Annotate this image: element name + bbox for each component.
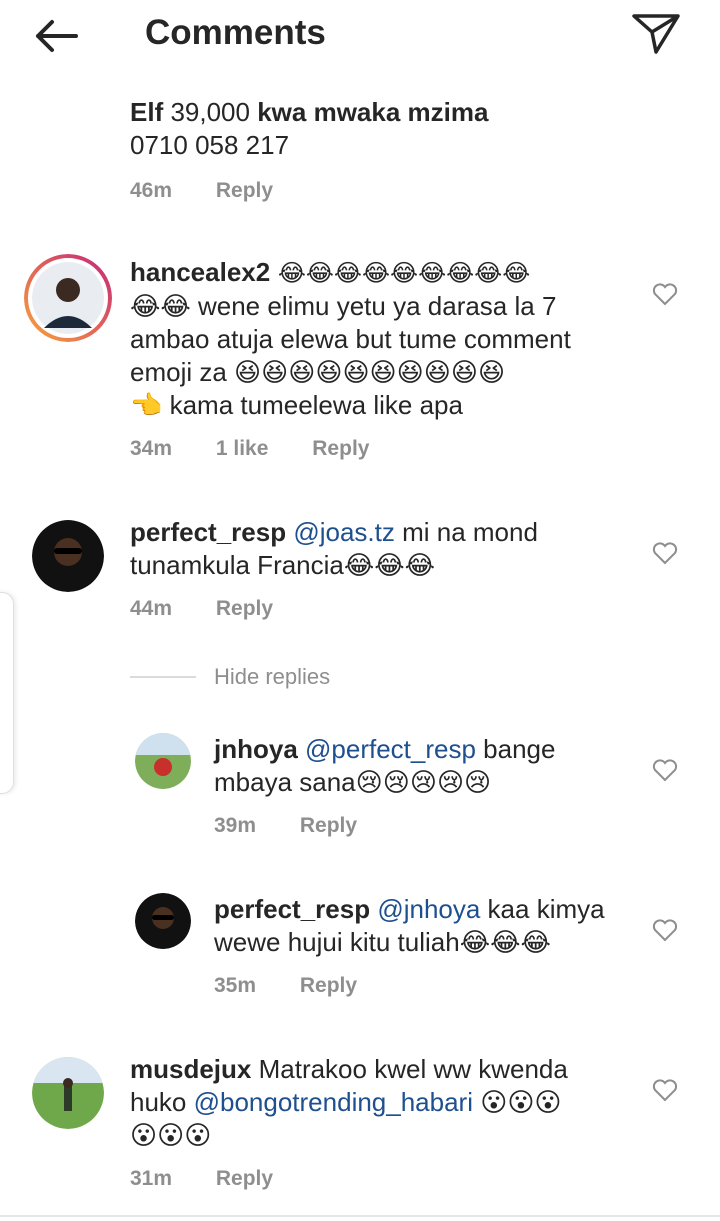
comment-time: 39m: [214, 814, 257, 837]
reply-button[interactable]: Reply: [216, 179, 273, 202]
hide-replies-divider: [130, 676, 196, 678]
comment-time: 44m: [130, 597, 173, 620]
mention-link[interactable]: @jnhoya: [377, 894, 480, 924]
comment-time: 34m: [130, 437, 173, 460]
avatar[interactable]: [32, 1057, 104, 1129]
comment-meta: 35m Reply: [214, 974, 395, 998]
heart-icon[interactable]: [652, 758, 678, 782]
send-icon[interactable]: [630, 10, 682, 56]
username[interactable]: perfect_resp: [214, 894, 370, 924]
reply-button[interactable]: Reply: [300, 814, 357, 837]
avatar[interactable]: [135, 733, 191, 789]
mention-link[interactable]: @joas.tz: [293, 517, 395, 547]
username[interactable]: hancealex2: [130, 257, 270, 287]
heart-icon[interactable]: [652, 918, 678, 942]
comment-time: 31m: [130, 1167, 173, 1190]
avatar[interactable]: [32, 520, 104, 592]
comment-meta: 31m Reply: [130, 1167, 311, 1191]
reply-button[interactable]: Reply: [216, 597, 273, 620]
page-title: Comments: [145, 13, 326, 52]
comment-text: hancealex2 😂😂😂😂😂😂😂😂😂 😂😂 wene elimu yetu …: [130, 257, 571, 420]
comment-time: 46m: [130, 179, 173, 202]
mention-link[interactable]: @bongotrending_habari: [194, 1087, 473, 1117]
heart-icon[interactable]: [652, 1078, 678, 1102]
comment-meta: 44m Reply: [130, 597, 311, 621]
heart-icon[interactable]: [652, 541, 678, 565]
top-bar: Comments: [0, 0, 720, 72]
reply-button[interactable]: Reply: [300, 974, 357, 997]
bottom-divider: [0, 1215, 720, 1217]
side-panel-edge: [0, 592, 14, 794]
comment-time: 35m: [214, 974, 257, 997]
username[interactable]: perfect_resp: [130, 517, 286, 547]
reply-button[interactable]: Reply: [216, 1167, 273, 1190]
comment-text: musdejux Matrakoo kwel ww kwenda huko @b…: [130, 1054, 568, 1150]
avatar[interactable]: [135, 893, 191, 949]
reply-button[interactable]: Reply: [312, 437, 369, 460]
heart-icon[interactable]: [652, 282, 678, 306]
mention-link[interactable]: @perfect_resp: [305, 734, 476, 764]
comment-meta: 39m Reply: [214, 814, 395, 838]
comment-meta: 34m 1 like Reply: [130, 437, 407, 461]
username[interactable]: jnhoya: [214, 734, 298, 764]
comment-text: perfect_resp @jnhoya kaa kimya wewe huju…: [214, 894, 605, 957]
comment-text: perfect_resp @joas.tz mi na mond tunamku…: [130, 517, 538, 580]
comment-meta: 46m Reply: [130, 179, 311, 203]
avatar[interactable]: [24, 254, 112, 342]
likes-count[interactable]: 1 like: [216, 437, 269, 460]
hide-replies-button[interactable]: Hide replies: [214, 664, 330, 690]
comment-text: Elf 39,000 kwa mwaka mzima 0710 058 217: [130, 97, 489, 160]
back-arrow-icon[interactable]: [28, 14, 84, 58]
username[interactable]: musdejux: [130, 1054, 251, 1084]
comment-text: jnhoya @perfect_resp bange mbaya sana😢😢😢…: [214, 734, 556, 797]
